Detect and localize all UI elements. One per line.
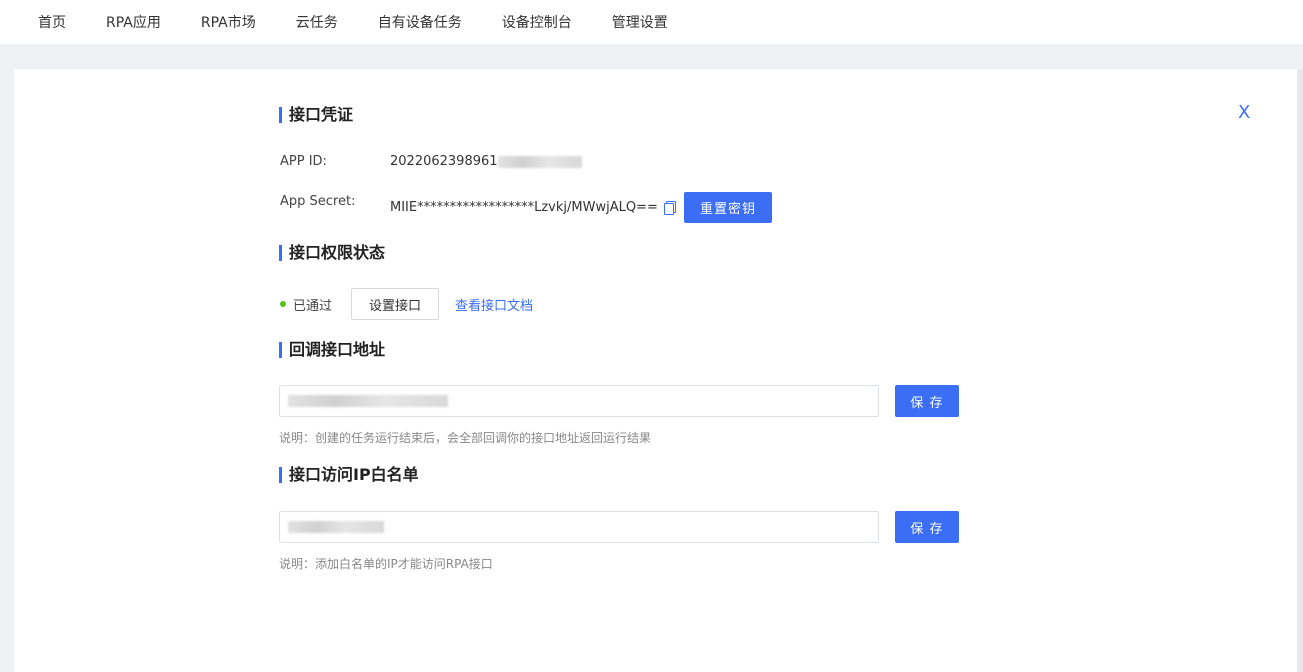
whitelist-hint: 说明：添加白名单的IP才能访问RPA接口 <box>279 557 493 571</box>
nav-item-own-device-tasks[interactable]: 自有设备任务 <box>378 12 462 32</box>
section-title-permission: 接口权限状态 <box>279 244 385 262</box>
set-interface-button[interactable]: 设置接口 <box>351 288 439 320</box>
ip-whitelist-input[interactable] <box>279 511 879 543</box>
section-title-callback: 回调接口地址 <box>279 341 385 359</box>
app-secret-value: MIIE******************Lzvkj/MWwjALQ== <box>390 200 676 215</box>
scrollbar[interactable] <box>1297 69 1303 672</box>
nav-item-device-console[interactable]: 设备控制台 <box>502 12 572 32</box>
nav-item-home[interactable]: 首页 <box>38 12 66 32</box>
nav-item-rpa-market[interactable]: RPA市场 <box>201 12 256 32</box>
close-icon[interactable]: X <box>1238 104 1254 122</box>
callback-hint: 说明：创建的任务运行结束后，会全部回调你的接口地址返回运行结果 <box>279 431 652 445</box>
callback-url-input[interactable] <box>279 385 879 417</box>
redacted-block <box>288 521 384 533</box>
permission-status: 已通过 <box>293 299 333 314</box>
app-id-label: APP ID: <box>280 154 327 169</box>
save-callback-button[interactable]: 保 存 <box>895 385 959 417</box>
top-navigation: 首页 RPA应用 RPA市场 云任务 自有设备任务 设备控制台 管理设置 <box>0 0 1303 44</box>
section-title-ip-whitelist: 接口访问IP白名单 <box>279 466 419 484</box>
app-secret-text: MIIE******************Lzvkj/MWwjALQ== <box>390 200 658 215</box>
app-secret-label: App Secret: <box>280 194 356 209</box>
app-id-text: 2022062398961 <box>390 154 498 169</box>
save-whitelist-button[interactable]: 保 存 <box>895 511 959 543</box>
nav-item-admin-settings[interactable]: 管理设置 <box>612 12 668 32</box>
copy-icon[interactable] <box>663 201 676 215</box>
main-panel <box>14 69 1297 672</box>
status-dot <box>280 301 286 307</box>
nav-item-rpa-apps[interactable]: RPA应用 <box>106 12 161 32</box>
redacted-block <box>497 155 582 168</box>
app-id-value: 2022062398961 <box>390 154 582 169</box>
section-title-credentials: 接口凭证 <box>279 106 353 124</box>
nav-item-cloud-tasks[interactable]: 云任务 <box>296 12 338 32</box>
redacted-block <box>288 395 448 407</box>
view-docs-link[interactable]: 查看接口文档 <box>455 295 533 314</box>
reset-secret-button[interactable]: 重置密钥 <box>684 192 772 223</box>
